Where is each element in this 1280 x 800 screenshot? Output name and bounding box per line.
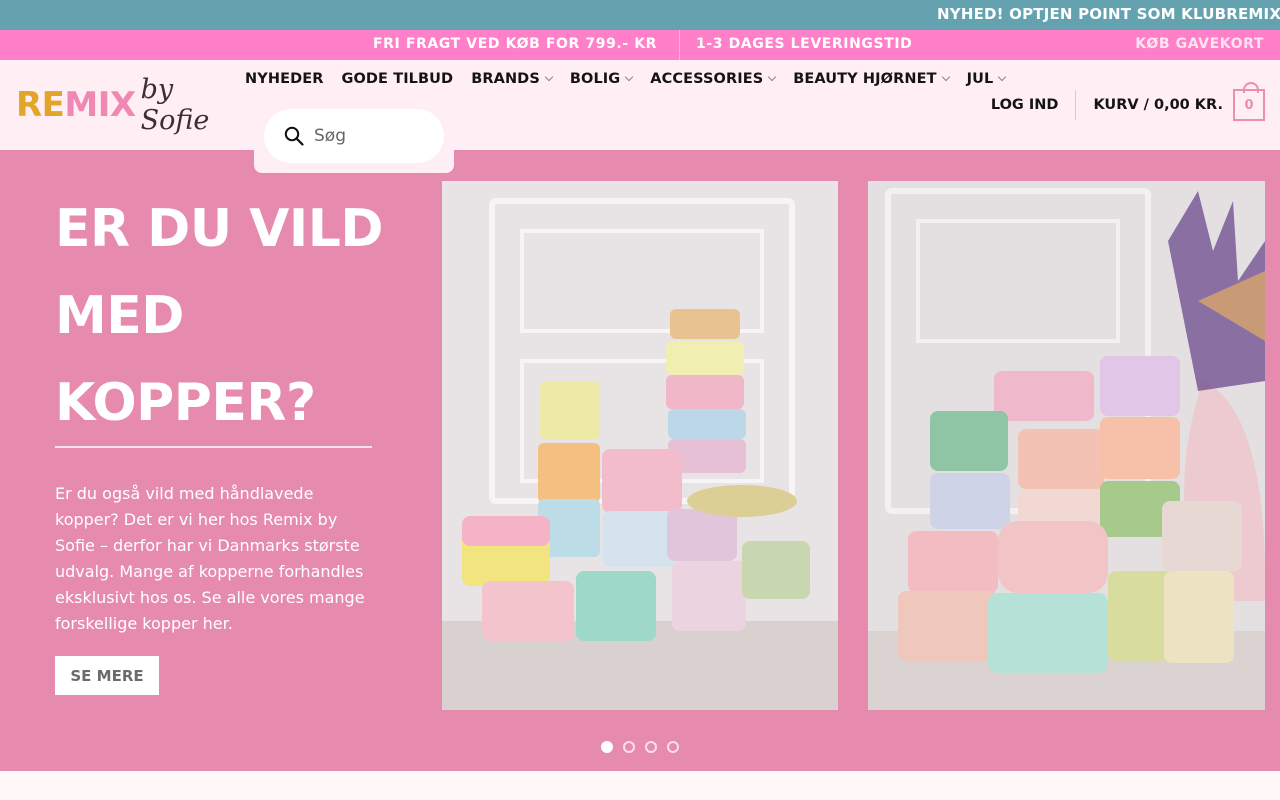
slider-dot[interactable]	[601, 741, 613, 753]
chevron-down-icon	[625, 72, 634, 82]
search-box[interactable]	[264, 109, 444, 163]
cart-link[interactable]: KURV / 0,00 KR.	[1093, 97, 1223, 113]
nav-item-label: NYHEDER	[245, 71, 324, 87]
chevron-down-icon	[941, 72, 950, 82]
site-header: RE MIX by Sofie NYHEDER GODE TILBUD BRAN…	[0, 60, 1280, 150]
search-icon[interactable]	[284, 126, 304, 146]
search-input[interactable]	[314, 126, 434, 146]
see-more-button[interactable]: SE MERE	[55, 656, 159, 695]
nav-item-accessories[interactable]: ACCESSORIES	[650, 71, 777, 87]
hero-title-line: KOPPER?	[55, 373, 316, 433]
nav-item-bolig[interactable]: BOLIG	[569, 71, 634, 87]
nav-item-label: BEAUTY HJØRNET	[793, 71, 937, 87]
search-panel	[254, 100, 454, 173]
cups-photo-illustration	[868, 181, 1265, 710]
site-logo[interactable]: RE MIX by Sofie	[16, 74, 216, 136]
header-actions: LOG IND KURV / 0,00 KR. 0	[991, 82, 1265, 121]
chevron-down-icon	[544, 72, 554, 82]
slider-pagination	[601, 741, 679, 753]
hero-image-stacked-cups[interactable]	[442, 181, 838, 710]
nav-item-label: BOLIG	[569, 71, 621, 87]
nav-item-label: ACCESSORIES	[650, 71, 764, 87]
nav-item-label: BRANDS	[471, 71, 540, 87]
header-divider	[1075, 90, 1077, 120]
slider-dot[interactable]	[623, 741, 635, 753]
hero-title: ER DU VILD MED KOPPER?	[55, 186, 395, 447]
hero-banner: ER DU VILD MED KOPPER? Er du også vild m…	[0, 150, 1280, 771]
hero-title-line: ER DU VILD	[55, 199, 384, 259]
logo-part-by-sofie: by Sofie	[140, 74, 210, 136]
nav-item-gode-tilbud[interactable]: GODE TILBUD	[341, 71, 453, 87]
login-link[interactable]: LOG IND	[991, 97, 1059, 113]
promo-divider	[679, 30, 680, 60]
chevron-down-icon	[998, 72, 1007, 82]
nav-item-jul[interactable]: JUL	[966, 71, 1007, 87]
free-shipping-notice: FRI FRAGT VED KØB FOR 799.- KR	[373, 36, 658, 52]
slider-dot[interactable]	[667, 741, 679, 753]
hero-title-line: MED	[55, 286, 184, 346]
nav-item-label: GODE TILBUD	[341, 71, 454, 87]
cart-count-badge[interactable]: 0	[1233, 82, 1265, 121]
promo-bar: FRI FRAGT VED KØB FOR 799.- KR 1-3 DAGES…	[0, 30, 1280, 60]
slider-dot[interactable]	[645, 741, 657, 753]
announcement-ticker: NYHED! OPTJEN POINT SOM KLUBREMIX MEDL	[0, 0, 1280, 30]
main-nav: NYHEDER GODE TILBUD BRANDS BOLIG ACCESSO…	[245, 71, 1007, 87]
nav-item-beauty-hjornet[interactable]: BEAUTY HJØRNET	[793, 71, 950, 87]
gift-card-link[interactable]: KØB GAVEKORT	[1135, 36, 1264, 52]
nav-item-nyheder[interactable]: NYHEDER	[245, 71, 323, 87]
ticker-text: NYHED! OPTJEN POINT SOM KLUBREMIX MEDL	[937, 5, 1280, 23]
logo-part-mix: MIX	[64, 85, 136, 125]
hero-image-marbled-cups[interactable]	[868, 181, 1265, 710]
logo-part-re: RE	[16, 85, 65, 125]
chevron-down-icon	[768, 72, 777, 82]
hero-divider	[55, 446, 372, 448]
nav-item-label: JUL	[966, 71, 994, 87]
nav-item-brands[interactable]: BRANDS	[471, 71, 554, 87]
delivery-time-notice: 1-3 DAGES LEVERINGSTID	[696, 36, 913, 52]
hero-description: Er du også vild med håndlavede kopper? D…	[55, 484, 365, 633]
cups-photo-illustration	[442, 181, 838, 710]
